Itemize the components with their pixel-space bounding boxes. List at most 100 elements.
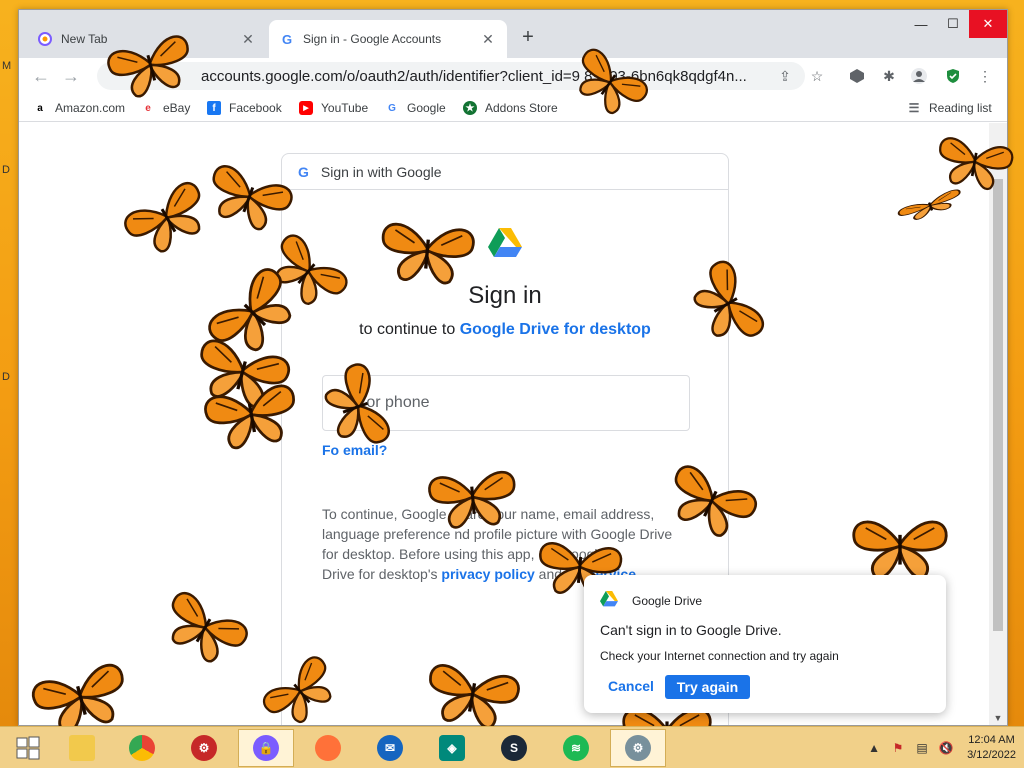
tab-sign-in[interactable]: G Sign in - Google Accounts ✕ xyxy=(269,20,507,58)
bookmark-label: Google xyxy=(407,101,446,115)
brave-browser-button[interactable]: 🔒 xyxy=(238,729,294,767)
spotify-icon: ≋ xyxy=(563,735,589,761)
close-tab-icon[interactable]: ✕ xyxy=(239,30,257,48)
close-tab-icon[interactable]: ✕ xyxy=(479,30,497,48)
profile-icon[interactable] xyxy=(909,66,929,86)
brave-icon xyxy=(37,31,53,47)
amazon-icon: a xyxy=(37,102,43,114)
window-controls: — ☐ ✕ xyxy=(905,10,1007,38)
bookmark-youtube[interactable]: ▶ YouTube xyxy=(299,98,368,118)
windows-icon xyxy=(16,736,40,760)
flag-icon[interactable]: ⚑ xyxy=(889,740,907,756)
notification-app: Google Drive xyxy=(600,591,702,610)
clock-date: 3/12/2022 xyxy=(967,749,1016,761)
minimize-button[interactable]: — xyxy=(905,10,937,38)
mail-icon: ✉ xyxy=(377,735,403,761)
bookmark-google[interactable]: G Google xyxy=(385,98,446,118)
address-bar[interactable]: accounts.google.com/o/oauth2/auth/identi… xyxy=(97,62,805,90)
butterfly-icon xyxy=(104,32,199,104)
cancel-button[interactable]: Cancel xyxy=(608,678,654,694)
firefox-icon xyxy=(315,735,341,761)
butterfly-icon xyxy=(660,461,762,547)
reading-list-icon: ☰ xyxy=(908,101,920,115)
steam-icon: S xyxy=(501,735,527,761)
chevron-up-icon[interactable]: ▲ xyxy=(865,740,883,756)
new-tab-button[interactable]: + xyxy=(517,26,539,48)
try-again-button[interactable]: Try again xyxy=(665,675,750,699)
butterfly-icon xyxy=(317,359,394,456)
scroll-down-icon[interactable]: ▼ xyxy=(993,713,1003,723)
spotify-button[interactable]: ≋ xyxy=(548,729,604,767)
butterfly-icon xyxy=(421,661,523,732)
reading-list-label: Reading list xyxy=(929,101,992,115)
notification-title: Can't sign in to Google Drive. xyxy=(600,622,782,638)
butterfly-icon xyxy=(682,256,769,354)
bookmark-label: YouTube xyxy=(321,101,369,115)
page-scrollbar[interactable]: ▼ xyxy=(989,123,1007,725)
maximize-button[interactable]: ☐ xyxy=(937,10,969,38)
share-icon[interactable]: ⇪ xyxy=(775,66,795,86)
folder-icon xyxy=(69,735,95,761)
star-icon[interactable]: ☆ xyxy=(807,66,827,86)
system-tray: ▲ ⚑ ▤ 🔇 12:04 AM 3/12/2022 xyxy=(859,731,1016,765)
reading-list-button[interactable]: ☰ Reading list xyxy=(907,98,992,118)
desktop-icon-label[interactable]: M xyxy=(2,60,11,72)
shield-icon[interactable] xyxy=(943,66,963,86)
forward-icon[interactable]: → xyxy=(59,64,83,88)
desktop-icon-label[interactable]: D xyxy=(2,164,10,176)
desktop-icon-label[interactable]: D xyxy=(2,371,10,383)
app-name-link[interactable]: Google Drive for desktop xyxy=(460,321,651,338)
close-window-button[interactable]: ✕ xyxy=(969,10,1007,38)
consent-text-part: Drive for desktop's xyxy=(322,566,442,582)
signin-subtitle: to continue to Google Drive for desktop xyxy=(282,321,728,339)
notification-body: Check your Internet connection and try a… xyxy=(600,649,839,663)
gear-icon: ⚙ xyxy=(191,735,217,761)
butterfly-icon xyxy=(201,382,303,454)
butterfly-icon xyxy=(156,587,253,674)
tab-label: Sign in - Google Accounts xyxy=(303,32,442,46)
screensaver-button[interactable]: ⚙ xyxy=(610,729,666,767)
google-drive-icon xyxy=(488,228,522,263)
facebook-icon: f xyxy=(207,101,221,115)
scrollbar-thumb[interactable] xyxy=(993,179,1003,631)
signin-header-text: Sign in with Google xyxy=(320,163,442,180)
signin-header: G Sign in with Google xyxy=(282,154,728,190)
file-explorer-button[interactable] xyxy=(54,729,110,767)
adblock-icon[interactable] xyxy=(847,66,867,86)
notification-app-name: Google Drive xyxy=(632,593,703,608)
google-icon: G xyxy=(388,102,396,114)
lock-icon: 🔒 xyxy=(253,735,279,761)
butterfly-icon xyxy=(566,44,653,125)
clock[interactable]: 12:04 AM 3/12/2022 xyxy=(967,733,1016,763)
drive-notification: Google Drive Can't sign in to Google Dri… xyxy=(584,575,946,713)
google-drive-icon xyxy=(600,591,618,610)
game-app-button[interactable]: ⚙ xyxy=(176,729,232,767)
butterfly-icon xyxy=(377,221,477,287)
volume-muted-icon[interactable]: 🔇 xyxy=(937,740,955,756)
bookmark-addons-store[interactable]: ★ Addons Store xyxy=(463,98,558,118)
chrome-icon xyxy=(129,735,155,761)
menu-icon[interactable]: ⋮ xyxy=(975,66,995,86)
privacy-policy-link[interactable]: privacy policy xyxy=(441,566,534,582)
thunderbird-button[interactable]: ✉ xyxy=(362,729,418,767)
chrome-button[interactable] xyxy=(114,729,170,767)
butterfly-icon xyxy=(852,520,948,580)
gears-icon: ⚙ xyxy=(625,735,651,761)
steam-button[interactable]: S xyxy=(486,729,542,767)
google-icon: G xyxy=(281,31,293,47)
start-button[interactable] xyxy=(0,729,56,767)
clock-time: 12:04 AM xyxy=(968,734,1015,746)
back-icon[interactable]: ← xyxy=(29,64,53,88)
taskbar: ⚙ 🔒 ✉ ◈ S ≋ ⚙ ▲ ⚑ ▤ 🔇 12:04 AM 3/12/2022 xyxy=(0,726,1024,768)
youtube-icon: ▶ xyxy=(299,101,313,115)
bookmark-label: Addons Store xyxy=(485,101,558,115)
bookmark-facebook[interactable]: f Facebook xyxy=(207,98,282,118)
butterfly-icon xyxy=(258,651,344,730)
extensions-icon[interactable]: ✱ xyxy=(879,66,899,86)
shield-icon: ◈ xyxy=(439,735,465,761)
bookmark-label: Facebook xyxy=(229,101,282,115)
butterfly-icon xyxy=(426,469,520,532)
network-icon[interactable]: ▤ xyxy=(913,740,931,756)
firefox-button[interactable] xyxy=(300,729,356,767)
vpn-button[interactable]: ◈ xyxy=(424,729,480,767)
